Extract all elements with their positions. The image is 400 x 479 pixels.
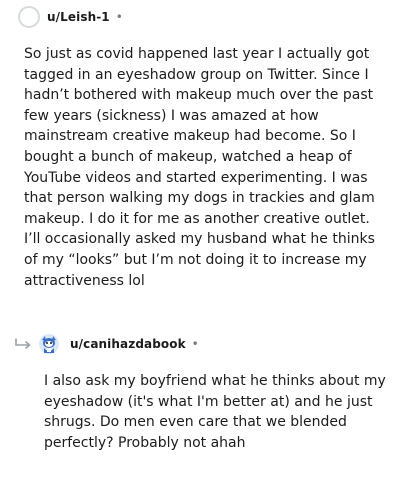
username[interactable]: u/canihazdabook <box>70 337 186 351</box>
comment-body: So just as covid happened last year I ac… <box>24 46 375 289</box>
username[interactable]: u/Leish-1 <box>47 10 110 24</box>
separator-dot: • <box>115 10 123 24</box>
comment-header: u/Leish-1 • <box>18 6 123 28</box>
reply-arrow-icon <box>15 338 31 349</box>
avatar-placeholder-icon[interactable] <box>18 6 40 28</box>
comment-body: I also ask my boyfriend what he thinks a… <box>44 373 386 451</box>
snoo-avatar-icon[interactable] <box>38 333 60 355</box>
comment-header: u/canihazdabook • <box>14 332 199 356</box>
separator-dot: • <box>191 337 199 351</box>
